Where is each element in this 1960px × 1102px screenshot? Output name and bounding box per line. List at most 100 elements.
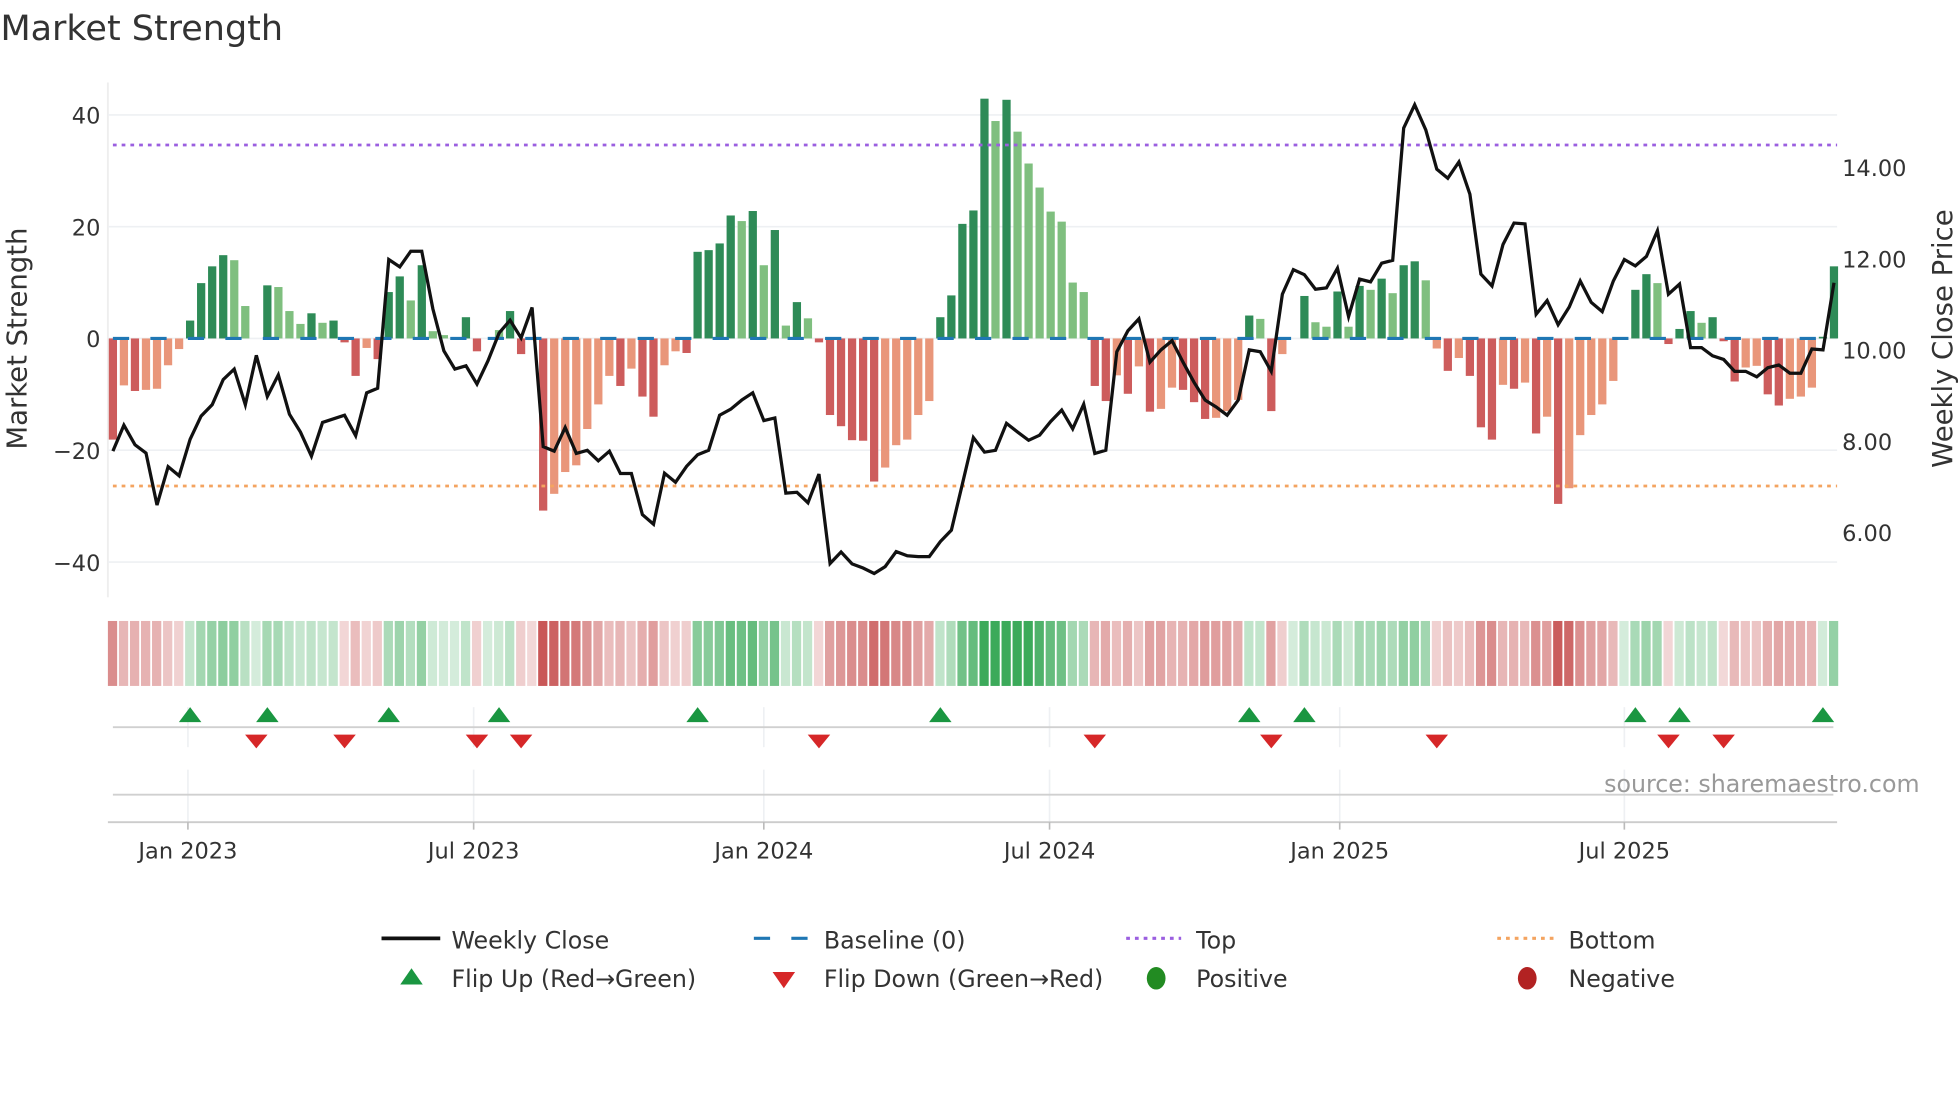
strength-bar (351, 338, 360, 376)
strength-bar (1741, 338, 1750, 368)
strength-bar (1366, 289, 1375, 339)
flip-up-marker (929, 707, 952, 723)
flip-down-marker (1657, 734, 1680, 749)
heat-cell (637, 620, 647, 686)
heat-cell (1078, 620, 1089, 686)
strength-bar (1068, 282, 1077, 339)
strength-bar (704, 250, 713, 339)
heat-cell (229, 620, 239, 686)
heat-cell (174, 620, 184, 686)
strength-bar (870, 338, 879, 482)
heat-cell (1354, 620, 1364, 686)
flip-up-marker (1237, 707, 1261, 723)
strength-bar (263, 285, 272, 339)
strength-bar (616, 338, 625, 386)
heat-cell (1100, 620, 1111, 686)
strength-bar (163, 338, 173, 366)
strength-bar (197, 283, 206, 339)
heat-cell (1332, 620, 1342, 686)
strength-bar (1421, 280, 1430, 339)
heat-cell (1277, 620, 1287, 686)
strength-bar (980, 98, 989, 339)
strength-bar (1631, 289, 1640, 339)
heat-cell (1111, 620, 1122, 686)
y-tick-labels: 40 20 0 −20 −40 (53, 104, 100, 577)
strength-bar (395, 276, 404, 339)
heat-cell (593, 620, 603, 686)
heat-cell (273, 620, 283, 686)
heat-cell (152, 620, 162, 686)
strength-bar (1057, 221, 1066, 339)
strength-bar (903, 338, 912, 440)
heat-cell (648, 620, 658, 686)
flip-down-marker (509, 734, 533, 749)
heat-cell (1464, 620, 1475, 686)
strength-bar (1223, 338, 1232, 412)
heat-cell (251, 620, 261, 686)
heat-cell (869, 620, 879, 686)
heat-cell (957, 620, 967, 686)
strength-bar (1509, 338, 1519, 389)
heat-cell (924, 620, 934, 686)
flip-up-marker (1293, 707, 1316, 723)
strength-bar (318, 322, 327, 339)
heat-cell (350, 620, 360, 686)
strength-bar (174, 338, 184, 350)
strength-bar (1311, 322, 1320, 339)
strength-bar (185, 320, 195, 339)
heat-cell (736, 620, 746, 686)
heat-cell (979, 620, 989, 686)
strength-bar (748, 211, 757, 339)
heat-cell (659, 620, 669, 686)
strength-bar (329, 320, 338, 339)
chart-title: Market Strength (0, 9, 283, 49)
x-tick-label: Jul 2024 (1002, 838, 1095, 864)
x-tick-label: Jul 2023 (426, 838, 519, 864)
strength-bar (208, 266, 217, 339)
strength-bar (925, 338, 934, 402)
heat-cell (791, 620, 802, 686)
heat-cell (703, 620, 713, 686)
legend-negative: Negative (1568, 965, 1674, 993)
heat-cell (394, 620, 404, 686)
strength-bar (1565, 338, 1574, 489)
heat-cell (847, 620, 857, 686)
heat-cell (968, 620, 978, 686)
heat-cell (758, 620, 769, 686)
heat-cell (1806, 620, 1817, 686)
heat-cell (118, 620, 129, 686)
strength-bar (1708, 317, 1717, 339)
strength-bar (1013, 131, 1022, 339)
strength-bar (1554, 338, 1563, 504)
flip-down-marker (333, 734, 356, 749)
heat-cell (1089, 620, 1100, 686)
heat-cell (1685, 620, 1695, 686)
x-tick-label: Jan 2023 (136, 838, 237, 864)
strength-bar (1245, 315, 1254, 339)
heat-cell (990, 620, 1000, 686)
heat-cell (1652, 620, 1662, 686)
strength-bar (561, 338, 570, 473)
flip-markers (107, 707, 1838, 824)
heat-cell (1244, 620, 1254, 686)
heat-cell (1155, 620, 1166, 686)
heat-cell (1299, 620, 1309, 686)
heat-cell (1497, 620, 1508, 686)
strength-bar (1498, 338, 1508, 385)
heat-cell (1553, 620, 1563, 686)
flip-up-marker (377, 707, 400, 723)
heat-cell (1475, 620, 1486, 686)
strength-bar (947, 295, 956, 339)
strength-bar (1134, 338, 1144, 367)
heat-cell (802, 620, 813, 686)
heat-cell (560, 620, 570, 686)
heat-cell (813, 620, 824, 686)
heat-cell (1784, 620, 1795, 686)
flip-up-marker (1624, 707, 1647, 723)
strength-bar (119, 338, 129, 386)
heat-cell (1255, 620, 1265, 686)
heat-cell (449, 620, 460, 686)
strength-bars (108, 98, 1839, 511)
heat-cell (891, 620, 901, 686)
strength-bar (274, 287, 283, 339)
